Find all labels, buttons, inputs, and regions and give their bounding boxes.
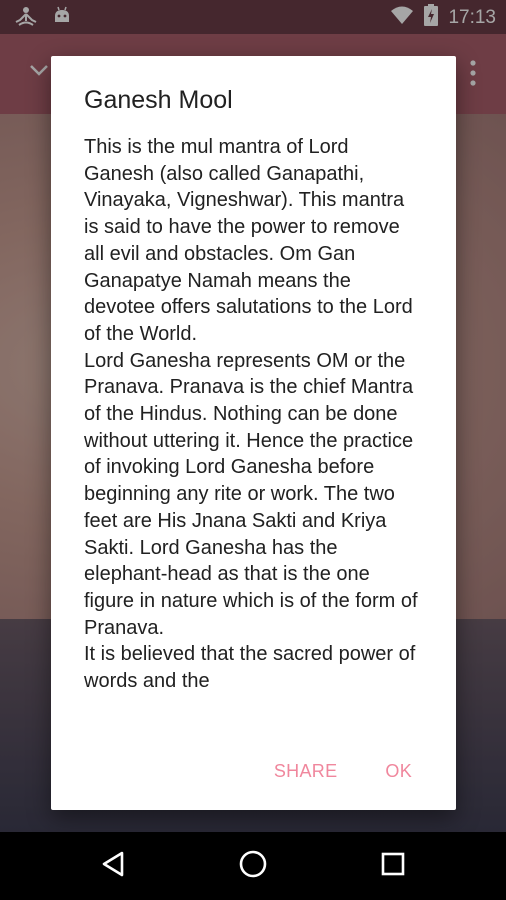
back-button[interactable] <box>93 848 133 884</box>
share-button[interactable]: SHARE <box>256 751 356 792</box>
recents-button[interactable] <box>373 848 413 884</box>
dialog-scroll-body[interactable]: This is the mul mantra of Lord Ganesh (a… <box>84 134 424 788</box>
ok-button[interactable]: OK <box>367 751 430 792</box>
home-icon <box>238 849 268 884</box>
dialog-actions: SHARE OK <box>256 746 456 796</box>
home-button[interactable] <box>233 848 273 884</box>
dialog-message: This is the mul mantra of Lord Ganesh (a… <box>84 136 418 693</box>
back-icon <box>100 850 126 883</box>
mantra-info-dialog: Ganesh Mool This is the mul mantra of Lo… <box>51 56 456 810</box>
dialog-title: Ganesh Mool <box>84 86 233 114</box>
navigation-bar <box>0 832 506 900</box>
recents-icon <box>380 851 406 882</box>
